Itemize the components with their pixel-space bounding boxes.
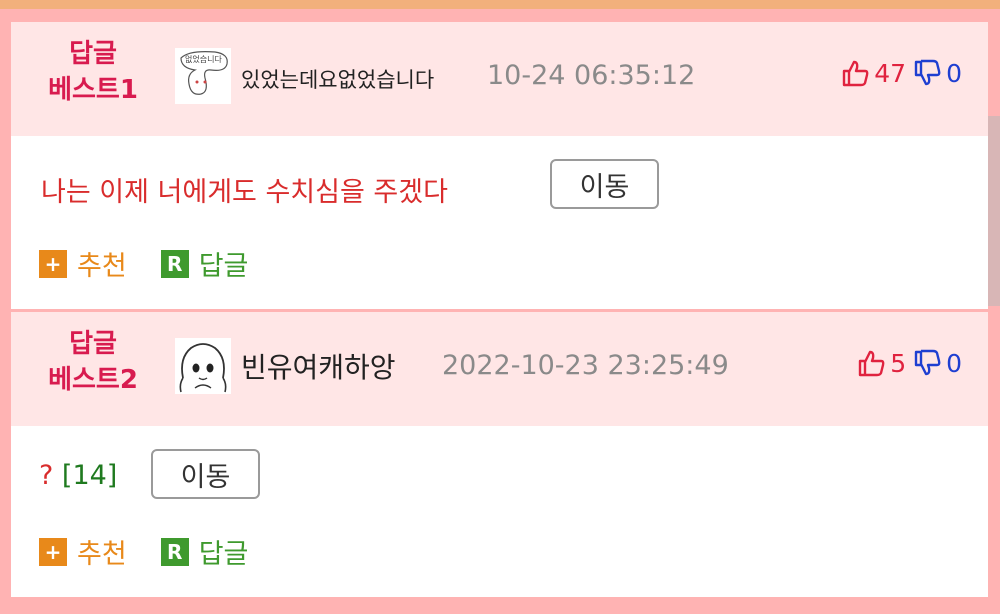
reply-label: 답글 (198, 251, 249, 282)
best-comment-card: 답글 베스트2 빈유여캐하앙 2022-10-23 23:25:49 5 0 ?… (11, 312, 988, 597)
best-label-line1: 답글 (69, 39, 117, 69)
recommend-label: 추천 (77, 251, 127, 282)
move-button[interactable]: 이동 (550, 159, 659, 209)
comment-actions: + 추천 R 답글 (39, 532, 282, 571)
comment-header: 답글 베스트2 빈유여캐하앙 2022-10-23 23:25:49 5 0 (11, 312, 988, 426)
comment-header: 답글 베스트1 없었습니다 있었는데요없었습니다 10-24 06:35:12 … (11, 22, 988, 136)
recommend-button[interactable]: + 추천 (39, 532, 127, 571)
avatar[interactable]: 없었습니다 (175, 48, 231, 104)
best-label-line2: 베스트1 (48, 75, 138, 105)
downvote-count: 0 (946, 58, 962, 88)
comment-text: ? [14] (39, 460, 117, 491)
avatar-text: 없었습니다 (185, 54, 222, 64)
reply-icon: R (160, 537, 189, 566)
reply-button[interactable]: R 답글 (160, 244, 249, 283)
recommend-label: 추천 (77, 539, 127, 570)
avatar[interactable] (175, 338, 231, 394)
downvote-count: 0 (946, 348, 962, 378)
upvote-count: 47 (874, 58, 907, 88)
plus-icon: + (39, 537, 67, 566)
best-reply-label: 답글 베스트2 (37, 326, 149, 398)
plus-icon: + (39, 249, 67, 278)
thumbs-up-icon[interactable] (856, 348, 886, 378)
best-label-line1: 답글 (69, 329, 117, 359)
comment-text-prefix: ? (39, 460, 62, 491)
best-reply-label: 답글 베스트1 (37, 36, 149, 108)
best-label-line2: 베스트2 (48, 365, 138, 395)
upvote-count: 5 (890, 348, 907, 378)
reply-count: [14] (61, 460, 118, 491)
move-button[interactable]: 이동 (151, 449, 260, 499)
nickname[interactable]: 있었는데요없었습니다 (241, 64, 434, 94)
thumbs-down-icon[interactable] (912, 58, 942, 88)
reply-icon: R (160, 249, 189, 278)
vote-counts: 47 0 (840, 58, 962, 88)
frame-gap (0, 9, 1000, 22)
reply-label: 답글 (198, 539, 249, 570)
timestamp: 10-24 06:35:12 (487, 60, 696, 91)
best-comment-card: 답글 베스트1 없었습니다 있었는데요없었습니다 10-24 06:35:12 … (11, 22, 988, 309)
thumbs-down-icon[interactable] (912, 348, 942, 378)
recommend-button[interactable]: + 추천 (39, 244, 127, 283)
reply-button[interactable]: R 답글 (160, 532, 249, 571)
vote-counts: 5 0 (856, 348, 962, 378)
nickname[interactable]: 빈유여캐하앙 (241, 346, 396, 386)
avatar-cartoon-image (175, 338, 231, 394)
top-strip (0, 0, 1000, 9)
thumbs-up-icon[interactable] (840, 58, 870, 88)
comment-text: 나는 이제 너에게도 수치심을 주겠다 (41, 177, 448, 208)
scrollbar[interactable] (988, 116, 1000, 306)
avatar-doodle-image: 없었습니다 (175, 48, 231, 104)
comment-actions: + 추천 R 답글 (39, 244, 282, 283)
timestamp: 2022-10-23 23:25:49 (442, 350, 729, 381)
